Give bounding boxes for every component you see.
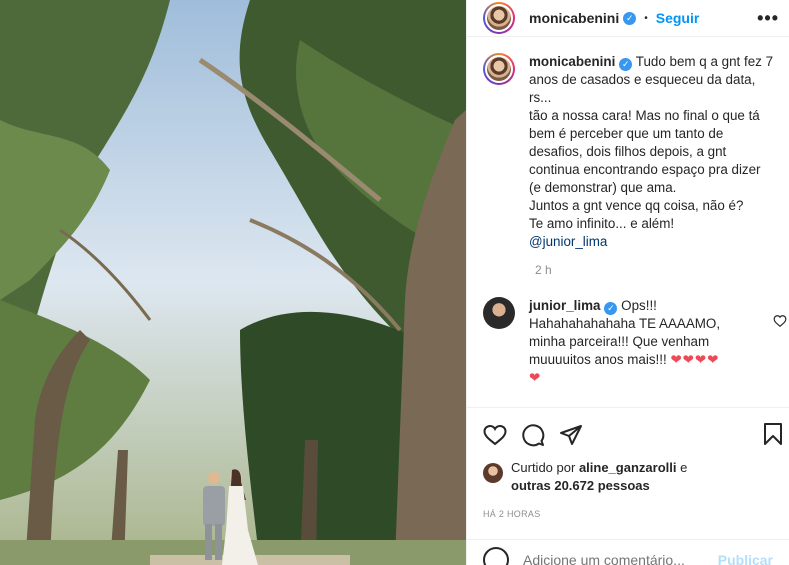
caption-line: Te amo infinito... e além!: [529, 216, 675, 231]
emoji-icon[interactable]: [483, 546, 509, 565]
caption: monicabenini ✓ Tudo bem q a gnt fez 7 ano…: [483, 53, 773, 251]
post-side-panel: monicabenini ✓ • Seguir ••• monicabenini…: [466, 0, 789, 565]
author-username[interactable]: monicabenini: [529, 10, 619, 26]
comment-text: junior_lima ✓ Ops!!! Hahahahahahaha TE AA…: [529, 297, 773, 387]
post-timestamp[interactable]: HÁ 2 HORAS: [483, 509, 773, 519]
post-header: monicabenini ✓ • Seguir •••: [467, 0, 789, 37]
share-paper-plane-icon[interactable]: [559, 423, 583, 447]
wedding-photo-image: [0, 0, 466, 565]
post-photo[interactable]: [0, 0, 466, 565]
comment-bubble-icon[interactable]: [521, 423, 545, 447]
follow-button[interactable]: Seguir: [656, 10, 700, 26]
comment-author[interactable]: junior_lima: [529, 298, 600, 313]
mention-link[interactable]: @junior_lima: [529, 234, 607, 249]
comment-input[interactable]: [523, 551, 718, 565]
likes-count-link[interactable]: outras 20.672 pessoas: [511, 478, 650, 493]
instagram-post: monicabenini ✓ • Seguir ••• monicabenini…: [0, 0, 789, 565]
caption-line: (e demonstrar) que ama.: [529, 180, 677, 195]
heart-emoji: ❤: [529, 370, 542, 385]
caption-line: Tudo bem q a gnt fez 7: [635, 54, 774, 69]
comment: junior_lima ✓ Ops!!! Hahahahahahaha TE AA…: [483, 297, 773, 387]
liker-avatar[interactable]: [483, 463, 503, 483]
caption-timestamp[interactable]: 2 h: [483, 263, 773, 277]
comment-like-heart-icon[interactable]: [773, 314, 787, 328]
caption-line: continua encontrando espaço pra dizer: [529, 162, 761, 177]
comment-line: muuuuitos anos mais!!!: [529, 352, 667, 367]
more-options-icon[interactable]: •••: [757, 8, 779, 29]
author-avatar[interactable]: [483, 2, 515, 34]
likes-summary: Curtido por aline_ganzarolli e outras 20…: [483, 459, 773, 495]
verified-icon: ✓: [619, 58, 633, 71]
caption-avatar[interactable]: [483, 53, 515, 85]
add-comment-bar: Publicar: [467, 539, 789, 565]
caption-line: bem é perceber que um tanto de: [529, 126, 724, 141]
caption-line: desafios, dois filhos depois, a gnt: [529, 144, 727, 159]
likes-prefix: Curtido por: [511, 460, 576, 475]
caption-line: tão a nossa cara! Mas no final o que tá: [529, 108, 760, 123]
verified-icon: ✓: [604, 302, 618, 315]
like-heart-icon[interactable]: [483, 423, 507, 447]
comment-line: Ops!!!: [621, 298, 657, 313]
caption-author[interactable]: monicabenini: [529, 54, 615, 69]
caption-text: monicabenini ✓ Tudo bem q a gnt fez 7 ano…: [529, 53, 773, 251]
comment-line: minha parceira!!! Que venham: [529, 334, 710, 349]
separator-dot: •: [644, 12, 648, 24]
post-actions: Curtido por aline_ganzarolli e outras 20…: [467, 407, 789, 565]
publish-button[interactable]: Publicar: [718, 552, 773, 565]
likes-joiner: e: [680, 460, 688, 475]
verified-icon: ✓: [623, 11, 637, 25]
commenter-avatar[interactable]: [483, 297, 515, 329]
heart-emojis: ❤❤❤❤: [670, 352, 720, 367]
liker-username[interactable]: aline_ganzarolli: [579, 460, 677, 475]
caption-line: Juntos a gnt vence qq coisa, não é?: [529, 198, 744, 213]
caption-line: anos de casados e esqueceu da data, rs..…: [529, 72, 756, 105]
comments-section: monicabenini ✓ Tudo bem q a gnt fez 7 ano…: [467, 37, 789, 407]
save-bookmark-icon[interactable]: [761, 422, 785, 446]
comment-line: Hahahahahahaha TE AAAAMO,: [529, 316, 721, 331]
